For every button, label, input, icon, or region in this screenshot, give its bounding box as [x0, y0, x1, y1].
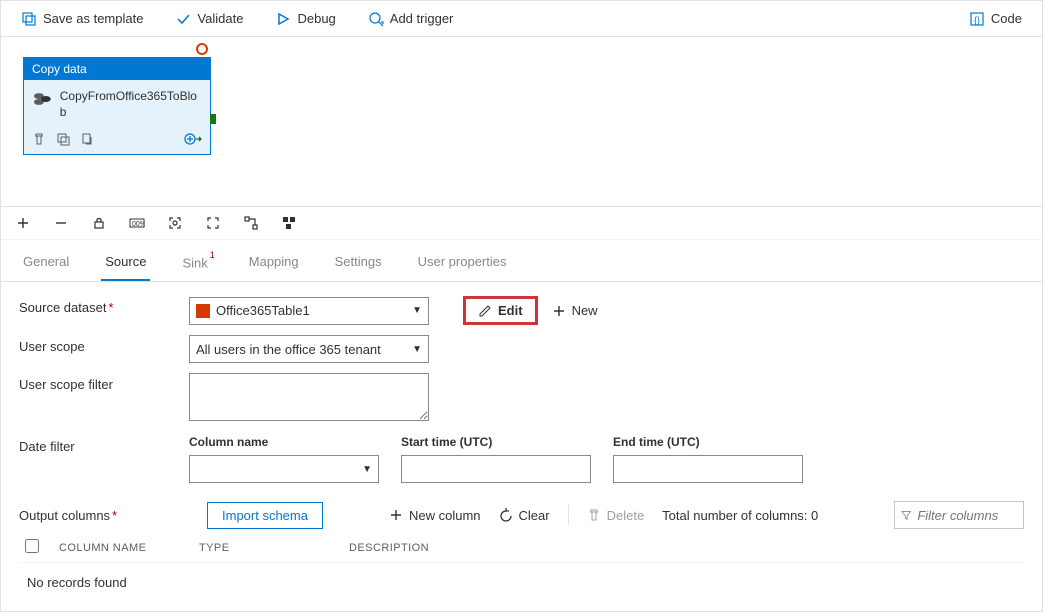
- top-toolbar: Save as template Validate Debug Add trig…: [1, 1, 1042, 37]
- office365-icon: [196, 304, 210, 318]
- svg-text:{}: {}: [974, 15, 980, 25]
- canvas-tool-row: 00%: [1, 207, 1042, 240]
- minimap-icon[interactable]: [279, 213, 299, 233]
- save-as-template-button[interactable]: Save as template: [13, 7, 151, 31]
- tab-source[interactable]: Source: [101, 248, 150, 281]
- debug-label: Debug: [297, 11, 335, 26]
- col-header-type: TYPE: [199, 542, 349, 554]
- copy-activity-footer-icon[interactable]: [80, 132, 94, 146]
- code-icon: {}: [969, 11, 985, 27]
- expand-activity-icon[interactable]: [184, 132, 202, 146]
- col-header-name: COLUMN NAME: [59, 542, 199, 554]
- delete-label: Delete: [607, 508, 645, 523]
- tab-sink-label: Sink: [182, 255, 207, 270]
- filter-columns-input-wrap[interactable]: [894, 501, 1024, 529]
- user-scope-filter-input[interactable]: [189, 373, 429, 421]
- new-column-button[interactable]: New column: [389, 508, 481, 523]
- copy-activity-card[interactable]: Copy data CopyFromOffice365ToBlob: [23, 57, 211, 155]
- plus-icon: [552, 304, 566, 318]
- play-icon: [275, 11, 291, 27]
- tab-sink[interactable]: Sink1: [178, 248, 216, 281]
- add-trigger-button[interactable]: Add trigger: [360, 7, 462, 31]
- svg-text:00%: 00%: [132, 221, 145, 228]
- plus-icon: [389, 508, 403, 522]
- zoom-fit-icon[interactable]: [165, 213, 185, 233]
- end-time-input[interactable]: [613, 455, 803, 483]
- filter-icon: [901, 509, 911, 521]
- add-trigger-label: Add trigger: [390, 11, 454, 26]
- pencil-icon: [478, 304, 492, 318]
- copy-data-icon: [32, 88, 54, 110]
- edit-dataset-button[interactable]: Edit: [463, 296, 538, 325]
- lock-icon[interactable]: [89, 213, 109, 233]
- edit-label: Edit: [498, 303, 523, 318]
- validate-label: Validate: [197, 11, 243, 26]
- chevron-down-icon: ▼: [412, 305, 422, 316]
- activity-name-label: CopyFromOffice365ToBlob: [60, 88, 202, 120]
- trigger-icon: [368, 11, 384, 27]
- save-as-template-label: Save as template: [43, 11, 143, 26]
- filter-columns-input[interactable]: [917, 508, 1017, 523]
- new-label: New: [572, 303, 598, 318]
- tab-mapping[interactable]: Mapping: [245, 248, 303, 281]
- clear-label: Clear: [519, 508, 550, 523]
- user-scope-filter-label: User scope filter: [19, 373, 189, 392]
- source-dataset-select[interactable]: Office365Table1 ▼: [189, 297, 429, 325]
- new-column-label: New column: [409, 508, 481, 523]
- user-scope-select[interactable]: All users in the office 365 tenant ▼: [189, 335, 429, 363]
- tab-general[interactable]: General: [19, 248, 73, 281]
- end-time-sublabel: End time (UTC): [613, 435, 803, 449]
- clone-activity-icon[interactable]: [56, 132, 70, 146]
- column-name-sublabel: Column name: [189, 435, 379, 449]
- pipeline-canvas[interactable]: Copy data CopyFromOffice365ToBlob: [1, 37, 1042, 207]
- no-records-row: No records found: [19, 562, 1024, 602]
- delete-column-button: Delete: [587, 508, 645, 523]
- delete-activity-icon[interactable]: [32, 132, 46, 146]
- check-icon: [175, 11, 191, 27]
- tab-settings[interactable]: Settings: [331, 248, 386, 281]
- save-template-icon: [21, 11, 37, 27]
- select-all-checkbox[interactable]: [25, 539, 39, 553]
- validate-button[interactable]: Validate: [167, 7, 251, 31]
- source-dataset-label: Source dataset*: [19, 296, 189, 315]
- status-indicator-icon: [196, 43, 208, 55]
- date-column-select[interactable]: ▼: [189, 455, 379, 483]
- tab-user-properties[interactable]: User properties: [414, 248, 511, 281]
- clear-columns-button[interactable]: Clear: [499, 508, 550, 523]
- success-connector-icon[interactable]: [210, 114, 216, 124]
- chevron-down-icon: ▼: [412, 344, 422, 355]
- new-dataset-button[interactable]: New: [548, 299, 602, 322]
- start-time-input[interactable]: [401, 455, 591, 483]
- trash-icon: [587, 508, 601, 522]
- import-schema-button[interactable]: Import schema: [207, 502, 323, 529]
- zoom-reset-icon[interactable]: 00%: [127, 213, 147, 233]
- source-dataset-value: Office365Table1: [216, 303, 310, 318]
- code-label: Code: [991, 11, 1022, 26]
- zoom-in-icon[interactable]: [13, 213, 33, 233]
- refresh-icon: [499, 508, 513, 522]
- user-scope-label: User scope: [19, 335, 189, 354]
- output-columns-label: Output columns*: [19, 508, 189, 523]
- total-columns-text: Total number of columns: 0: [662, 508, 818, 523]
- auto-align-icon[interactable]: [241, 213, 261, 233]
- date-filter-label: Date filter: [19, 435, 189, 454]
- chevron-down-icon: ▼: [362, 464, 372, 475]
- user-scope-value: All users in the office 365 tenant: [196, 342, 381, 357]
- col-header-desc: DESCRIPTION: [349, 542, 1018, 554]
- columns-table-header: COLUMN NAME TYPE DESCRIPTION: [19, 529, 1024, 562]
- debug-button[interactable]: Debug: [267, 7, 343, 31]
- zoom-out-icon[interactable]: [51, 213, 71, 233]
- code-button[interactable]: {} Code: [961, 7, 1030, 31]
- source-form: Source dataset* Office365Table1 ▼ Edit N…: [1, 282, 1042, 606]
- activity-type-label: Copy data: [24, 58, 210, 80]
- fullscreen-icon[interactable]: [203, 213, 223, 233]
- start-time-sublabel: Start time (UTC): [401, 435, 591, 449]
- activity-tabs: General Source Sink1 Mapping Settings Us…: [1, 240, 1042, 282]
- tab-sink-badge: 1: [210, 250, 215, 260]
